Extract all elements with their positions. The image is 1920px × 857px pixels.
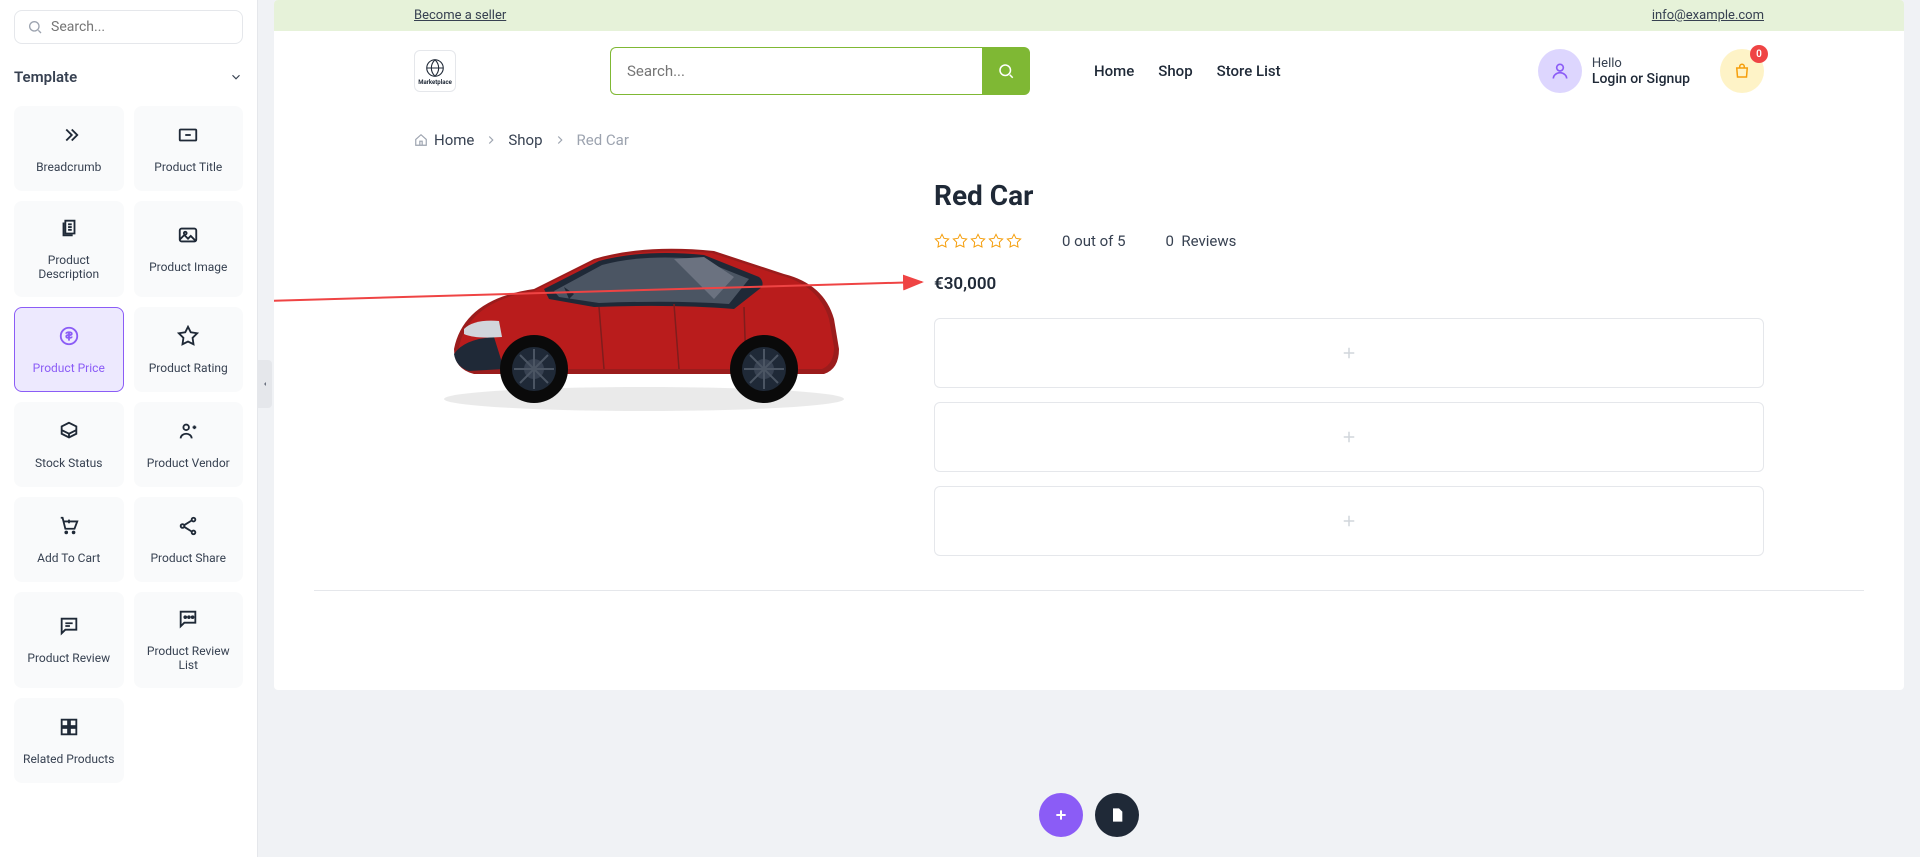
top-banner: Become a seller info@example.com xyxy=(274,0,1904,31)
reviews-text: 0 Reviews xyxy=(1166,232,1237,250)
placeholder-block-2[interactable] xyxy=(934,402,1764,472)
template-card-product-image[interactable]: Product Image xyxy=(134,201,244,297)
plus-icon xyxy=(1340,428,1358,446)
template-card-label: Product Vendor xyxy=(147,456,230,470)
template-card-label: Product Rating xyxy=(149,361,228,375)
star-icon xyxy=(934,233,950,249)
description-icon xyxy=(58,217,80,239)
user-icon xyxy=(1550,61,1570,81)
template-card-add-to-cart[interactable]: Add To Cart xyxy=(14,497,124,582)
page-icon xyxy=(1109,807,1125,823)
template-card-label: Product Review xyxy=(27,651,110,665)
sidebar-search-input[interactable] xyxy=(51,19,230,35)
share-icon xyxy=(177,515,199,537)
template-card-related-products[interactable]: Related Products xyxy=(14,698,124,783)
template-section-title: Template xyxy=(14,68,77,86)
chevron-down-icon xyxy=(229,70,243,84)
product-price: €30,000 xyxy=(934,274,1764,294)
globe-icon xyxy=(424,57,446,79)
star-icon xyxy=(988,233,1004,249)
template-card-product-review-list[interactable]: Product Review List xyxy=(134,592,244,688)
template-card-product-title[interactable]: Product Title xyxy=(134,106,244,191)
template-card-breadcrumb[interactable]: Breadcrumb xyxy=(14,106,124,191)
price-icon xyxy=(58,325,80,347)
placeholder-block-3[interactable] xyxy=(934,486,1764,556)
cart-button[interactable]: 0 xyxy=(1720,49,1764,93)
home-icon xyxy=(414,133,428,147)
template-card-label: Related Products xyxy=(23,752,114,766)
main-search-button[interactable] xyxy=(982,47,1030,95)
nav-home[interactable]: Home xyxy=(1094,62,1134,80)
cart-icon xyxy=(58,515,80,537)
star-icon xyxy=(970,233,986,249)
template-card-label: Product Image xyxy=(149,260,227,274)
rating-text: 0 out of 5 xyxy=(1062,232,1126,250)
product-title: Red Car xyxy=(934,179,1764,212)
cart-badge: 0 xyxy=(1750,45,1768,63)
star-icon xyxy=(1006,233,1022,249)
contact-email-link[interactable]: info@example.com xyxy=(1652,8,1764,23)
nav-store-list[interactable]: Store List xyxy=(1217,62,1281,80)
placeholder-block-1[interactable] xyxy=(934,318,1764,388)
template-card-product-vendor[interactable]: Product Vendor xyxy=(134,402,244,487)
user-greeting[interactable]: Hello Login or Signup xyxy=(1592,56,1690,87)
grid-icon xyxy=(58,716,80,738)
chevron-right-icon xyxy=(553,133,567,147)
become-seller-link[interactable]: Become a seller xyxy=(414,8,506,23)
template-card-product-review[interactable]: Product Review xyxy=(14,592,124,688)
breadcrumb-current: Red Car xyxy=(577,131,629,149)
template-card-stock-status[interactable]: Stock Status xyxy=(14,402,124,487)
bottom-divider xyxy=(314,590,1864,591)
plus-icon xyxy=(1340,512,1358,530)
product-image xyxy=(414,179,874,459)
template-card-product-price[interactable]: Product Price xyxy=(14,307,124,392)
template-card-label: Product Price xyxy=(33,361,105,375)
template-card-label: Add To Cart xyxy=(37,551,100,565)
breadcrumb-home[interactable]: Home xyxy=(414,131,474,149)
car-illustration xyxy=(414,209,874,429)
template-card-product-description[interactable]: Product Description xyxy=(14,201,124,297)
plus-icon xyxy=(1053,807,1069,823)
sidebar-search[interactable] xyxy=(14,10,243,44)
template-card-product-share[interactable]: Product Share xyxy=(134,497,244,582)
page-fab[interactable] xyxy=(1095,793,1139,837)
template-card-label: Breadcrumb xyxy=(36,160,101,174)
logo-text: Marketplace xyxy=(418,79,452,86)
hello-text: Hello xyxy=(1592,56,1690,71)
image-icon xyxy=(177,224,199,246)
search-icon xyxy=(27,19,43,35)
breadcrumb: Home Shop Red Car xyxy=(274,111,1904,159)
main-search-input[interactable] xyxy=(610,47,982,95)
plus-icon xyxy=(1340,344,1358,362)
search-icon xyxy=(997,62,1015,80)
login-text: Login or Signup xyxy=(1592,71,1690,87)
nav-shop[interactable]: Shop xyxy=(1158,62,1192,80)
vendor-icon xyxy=(177,420,199,442)
add-fab[interactable] xyxy=(1039,793,1083,837)
template-section-header[interactable]: Template xyxy=(14,60,243,94)
template-card-label: Product Share xyxy=(150,551,226,565)
chevron-right-icon xyxy=(484,133,498,147)
template-card-label: Product Review List xyxy=(142,644,236,672)
template-card-label: Stock Status xyxy=(35,456,102,470)
template-card-label: Product Description xyxy=(22,253,116,281)
template-card-label: Product Title xyxy=(154,160,222,174)
sidebar-collapse-handle[interactable] xyxy=(258,360,272,408)
user-avatar[interactable] xyxy=(1538,49,1582,93)
review-list-icon xyxy=(177,608,199,630)
breadcrumb-shop[interactable]: Shop xyxy=(508,131,542,149)
breadcrumb-icon xyxy=(58,124,80,146)
preview-canvas: Become a seller info@example.com Marketp… xyxy=(274,0,1904,690)
rating-stars xyxy=(934,233,1022,249)
chevron-left-icon xyxy=(261,380,269,388)
rating-icon xyxy=(177,325,199,347)
bag-icon xyxy=(1733,62,1751,80)
star-icon xyxy=(952,233,968,249)
title-icon xyxy=(177,124,199,146)
review-icon xyxy=(58,615,80,637)
stock-icon xyxy=(58,420,80,442)
template-card-product-rating[interactable]: Product Rating xyxy=(134,307,244,392)
site-logo[interactable]: Marketplace xyxy=(414,50,456,92)
